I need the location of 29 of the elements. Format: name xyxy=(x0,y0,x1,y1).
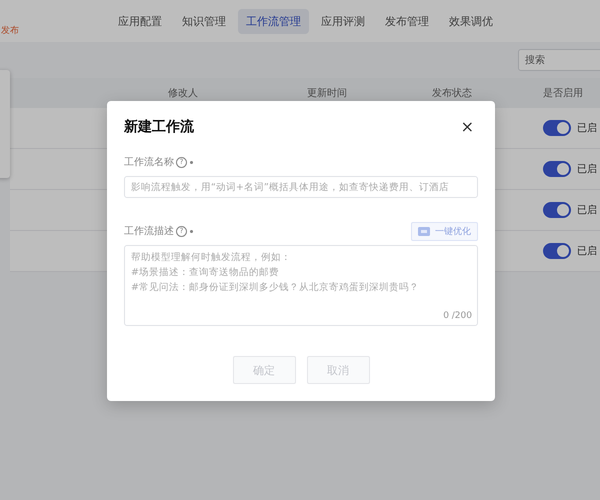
description-field[interactable]: 帮助模型理解何时触发流程，例如： #场景描述：查询寄送物品的邮费 #常见问法：邮身份证到深圳多少钱？从北京寄鸡蛋到深圳贵吗？ 0 /200 xyxy=(124,245,478,326)
image-icon xyxy=(418,226,430,236)
enable-switch[interactable] xyxy=(543,120,571,136)
field-label: 工作流名称 xyxy=(124,156,174,169)
nav-tab[interactable]: 发布管理 xyxy=(377,8,437,34)
dialog-title: 新建工作流 xyxy=(124,118,194,136)
nav-tab[interactable]: 应用配置 xyxy=(110,8,170,34)
enable-switch[interactable] xyxy=(543,161,571,177)
nav-tab[interactable]: 效果调优 xyxy=(441,8,501,34)
field-label: 工作流描述 xyxy=(124,224,174,238)
switch-label: 已启 xyxy=(577,122,597,135)
search-field[interactable]: 搜索 xyxy=(518,49,600,71)
nav-tab[interactable]: 应用评测 xyxy=(313,8,373,34)
optimize-button[interactable]: 一键优化 xyxy=(411,222,478,240)
nav-tab[interactable]: 知识管理 xyxy=(174,8,234,34)
switch-label: 已启 xyxy=(577,204,597,217)
column-header: 修改人 xyxy=(168,87,199,100)
enable-switch[interactable] xyxy=(543,243,571,259)
column-header: 是否启用 xyxy=(543,86,584,100)
switch-label: 已启 xyxy=(577,162,597,176)
close-button[interactable]: × xyxy=(456,119,478,135)
column-header: 更新时间 xyxy=(307,86,348,100)
name-input[interactable]: 影响流程触发，用“动词+名词”概括具体用途，如查寄快递费用、订酒店 xyxy=(124,176,478,198)
char-counter: 0 /200 xyxy=(443,311,472,321)
nav-tab[interactable]: 工作流管理 xyxy=(238,8,309,34)
switch-label: 已启 xyxy=(577,244,597,258)
column-header: 发布状态 xyxy=(432,86,473,100)
status-tag: 发布 xyxy=(1,24,19,37)
enable-switch[interactable] xyxy=(543,202,571,218)
